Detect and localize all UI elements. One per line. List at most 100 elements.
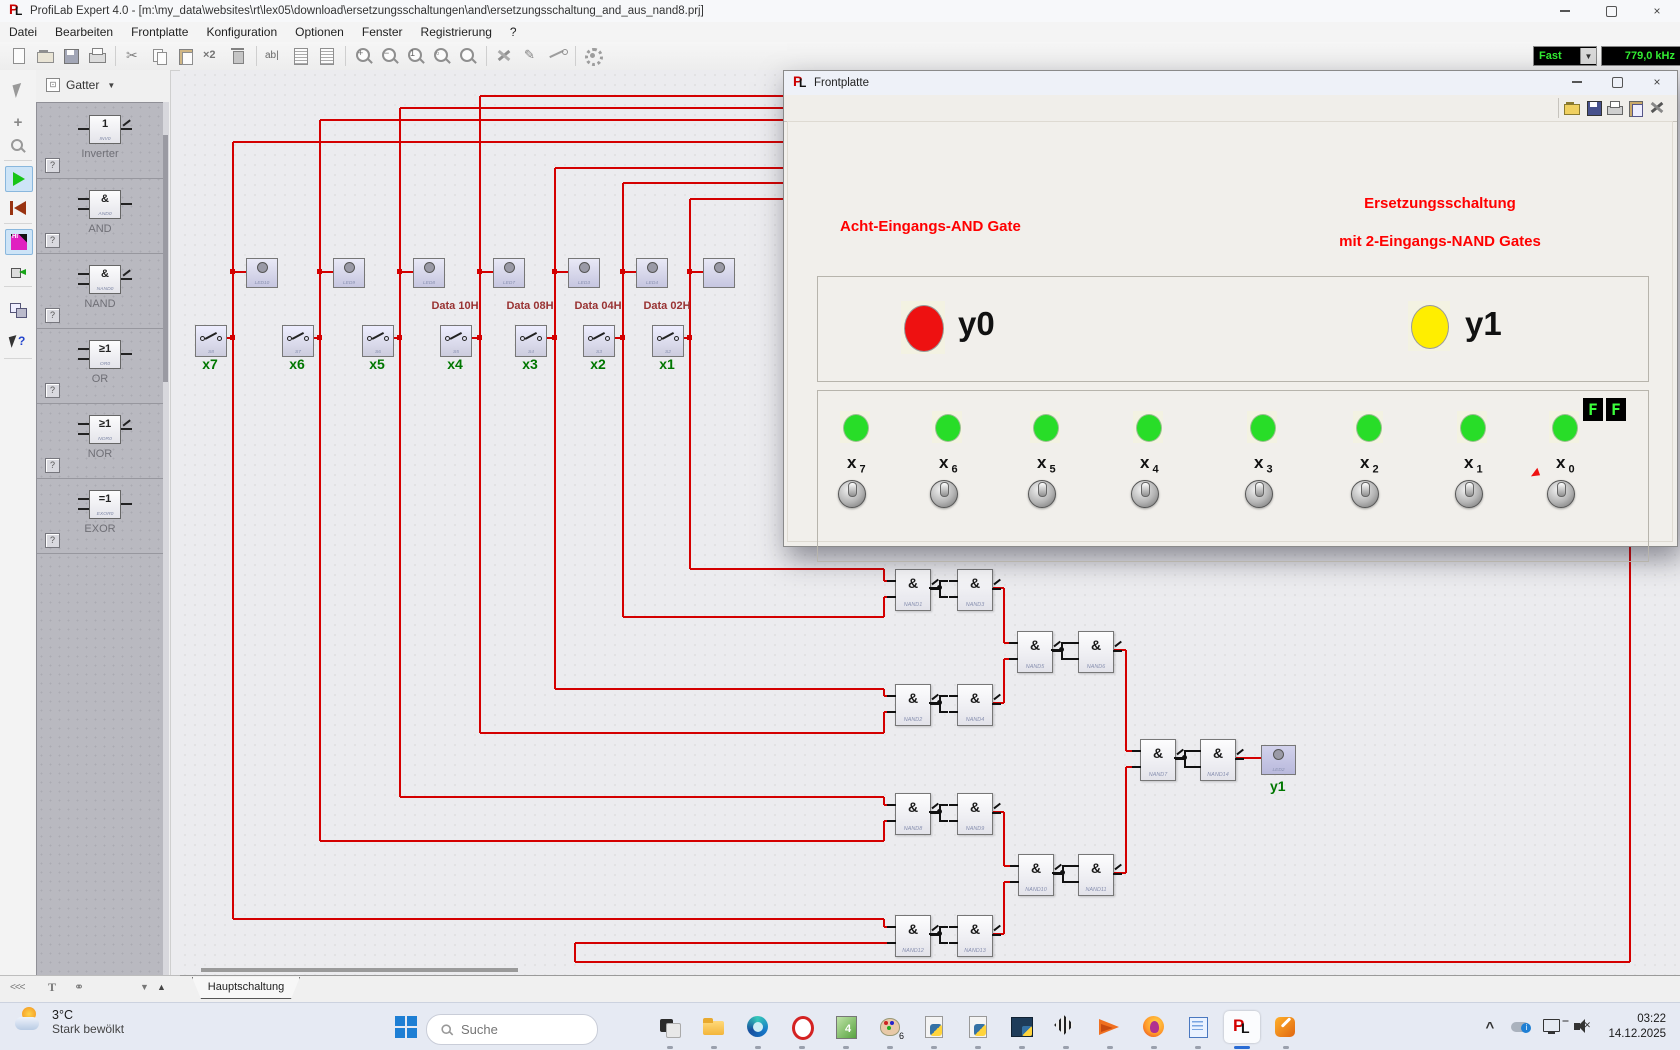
taskbar-app-file-explorer[interactable]: [696, 1011, 732, 1043]
help-button[interactable]: ?: [45, 233, 60, 248]
palette-header[interactable]: ⊡ Gatter ▼: [36, 78, 170, 92]
toggle-switch-x5[interactable]: [1028, 480, 1056, 508]
scroll-up-icon[interactable]: ▲: [157, 982, 166, 992]
gate-nand12[interactable]: &NAND12: [895, 915, 931, 957]
select-tool-icon[interactable]: [5, 78, 31, 102]
simulate-icon[interactable]: [493, 45, 517, 67]
gate-nand7[interactable]: &NAND7: [1140, 739, 1176, 781]
open-icon[interactable]: [33, 45, 57, 67]
taskbar-app-python-file[interactable]: [916, 1011, 952, 1043]
taskbar-app-image-viewer[interactable]: [828, 1011, 864, 1043]
switch-x7[interactable]: S8: [195, 325, 227, 357]
gate-nand9[interactable]: &NAND9: [957, 793, 993, 835]
run-simulation-button[interactable]: [5, 166, 33, 192]
paste-icon[interactable]: [1627, 99, 1645, 117]
taskbar-app-wireframe-app[interactable]: [1048, 1011, 1084, 1043]
switch-x4[interactable]: S5: [440, 325, 472, 357]
help-button[interactable]: ?: [45, 533, 60, 548]
settings-icon[interactable]: [582, 45, 606, 67]
close-button[interactable]: ×: [1634, 0, 1680, 22]
taskbar-app-task-view[interactable]: [652, 1011, 688, 1043]
tray-chevron-icon[interactable]: [1478, 1015, 1504, 1039]
zoom-region-icon[interactable]: [456, 45, 480, 67]
network-display-icon[interactable]: [1540, 1015, 1566, 1039]
scroll-down-icon[interactable]: ▼: [140, 982, 149, 992]
toggle-switch-x3[interactable]: [1245, 480, 1273, 508]
save-icon[interactable]: [59, 45, 83, 67]
taskbar-search[interactable]: [426, 1014, 598, 1045]
x2-icon[interactable]: [200, 45, 224, 67]
crosshair-tool-icon[interactable]: +: [5, 110, 31, 134]
probe-icon[interactable]: [519, 45, 543, 67]
tab-hauptschaltung[interactable]: Hauptschaltung: [192, 977, 300, 999]
taskbar-app-red-ring-app[interactable]: [784, 1011, 820, 1043]
taskbar-app-orange-pen-app[interactable]: [1268, 1011, 1304, 1043]
switch-x6[interactable]: S7: [282, 325, 314, 357]
stop-simulation-button[interactable]: [5, 196, 31, 220]
taskbar-app-python-file-2[interactable]: [960, 1011, 996, 1043]
copy-frontplate-icon[interactable]: [5, 298, 31, 322]
minimize-button[interactable]: [1542, 0, 1588, 22]
palette-item-inverter[interactable]: 1INV0Inverter?: [37, 103, 163, 179]
switch-x3[interactable]: S4: [515, 325, 547, 357]
menu-datei[interactable]: Datei: [0, 23, 46, 41]
maximize-button[interactable]: [1597, 71, 1637, 93]
onedrive-icon[interactable]: [1509, 1015, 1535, 1039]
collapse-panel-button[interactable]: <<<: [10, 982, 25, 993]
magnifier-tool-icon[interactable]: [5, 134, 31, 158]
palette-scrollbar[interactable]: [163, 102, 169, 975]
menu-konfiguration[interactable]: Konfiguration: [197, 23, 286, 41]
menu-frontplatte[interactable]: Frontplatte: [122, 23, 197, 41]
chevron-down-icon[interactable]: ▼: [1580, 48, 1596, 64]
minimize-button[interactable]: [1557, 71, 1597, 93]
gate-nand14[interactable]: &NAND14: [1200, 739, 1236, 781]
gate-nand3[interactable]: &NAND3: [957, 569, 993, 611]
menu-registrierung[interactable]: Registrierung: [412, 23, 501, 41]
gate-nand5[interactable]: &NAND5: [1017, 631, 1053, 673]
tools-icon[interactable]: [1649, 99, 1667, 117]
weather-widget[interactable]: 3°C Stark bewölkt: [14, 1007, 124, 1037]
delete-icon[interactable]: [226, 45, 250, 67]
wire-mode-icon[interactable]: [545, 45, 569, 67]
print-icon[interactable]: [85, 45, 109, 67]
palette-item-or[interactable]: ≥1OR0OR?: [37, 328, 163, 404]
switch-x1[interactable]: S2: [652, 325, 684, 357]
hilo-tool-icon[interactable]: [5, 229, 33, 255]
taskbar-app-notes-app[interactable]: [1180, 1011, 1216, 1043]
maximize-button[interactable]: [1588, 0, 1634, 22]
probe-tool-icon[interactable]: [5, 260, 31, 284]
paste-icon[interactable]: [174, 45, 198, 67]
gate-nand13[interactable]: &NAND13: [957, 915, 993, 957]
gate-nand10[interactable]: &NAND10: [1018, 854, 1054, 896]
switch-x5[interactable]: S6: [362, 325, 394, 357]
taskbar-app-firefox[interactable]: [1136, 1011, 1172, 1043]
new-icon[interactable]: [7, 45, 31, 67]
help-button[interactable]: ?: [45, 158, 60, 173]
frontplatte-titlebar[interactable]: Frontplatte ×: [784, 71, 1677, 96]
open-icon[interactable]: [1563, 99, 1581, 117]
switch-x2[interactable]: S3: [583, 325, 615, 357]
cut-icon[interactable]: [122, 45, 146, 67]
toggle-switch-x2[interactable]: [1351, 480, 1379, 508]
taskbar-app-python-console[interactable]: [1004, 1011, 1040, 1043]
palette-item-and[interactable]: &AND0AND?: [37, 178, 163, 254]
palette-item-nor[interactable]: ≥1NOR0NOR?: [37, 403, 163, 479]
taskbar-app-profilab[interactable]: [1224, 1011, 1260, 1043]
speed-selector[interactable]: Fast ▼: [1533, 46, 1597, 66]
grid-large-icon[interactable]: [315, 45, 339, 67]
menu-[interactable]: ?: [501, 23, 526, 41]
help-button[interactable]: ?: [45, 383, 60, 398]
text-tool-icon[interactable]: T: [48, 980, 56, 995]
zoom-in-icon[interactable]: +: [352, 45, 376, 67]
copy-icon[interactable]: [148, 45, 172, 67]
menu-fenster[interactable]: Fenster: [353, 23, 412, 41]
gate-nand1[interactable]: &NAND1: [895, 569, 931, 611]
text-icon[interactable]: [263, 45, 287, 67]
palette-item-exor[interactable]: =1EXOR0EXOR?: [37, 478, 163, 554]
taskbar-app-orange-bird-app[interactable]: [1092, 1011, 1128, 1043]
taskbar-app-palette-app[interactable]: 6: [872, 1011, 908, 1043]
print-icon[interactable]: [1606, 99, 1624, 117]
menu-bearbeiten[interactable]: Bearbeiten: [46, 23, 122, 41]
palette-item-nand[interactable]: &NAND0NAND?: [37, 253, 163, 329]
canvas-hscroll-thumb[interactable]: [201, 968, 518, 972]
